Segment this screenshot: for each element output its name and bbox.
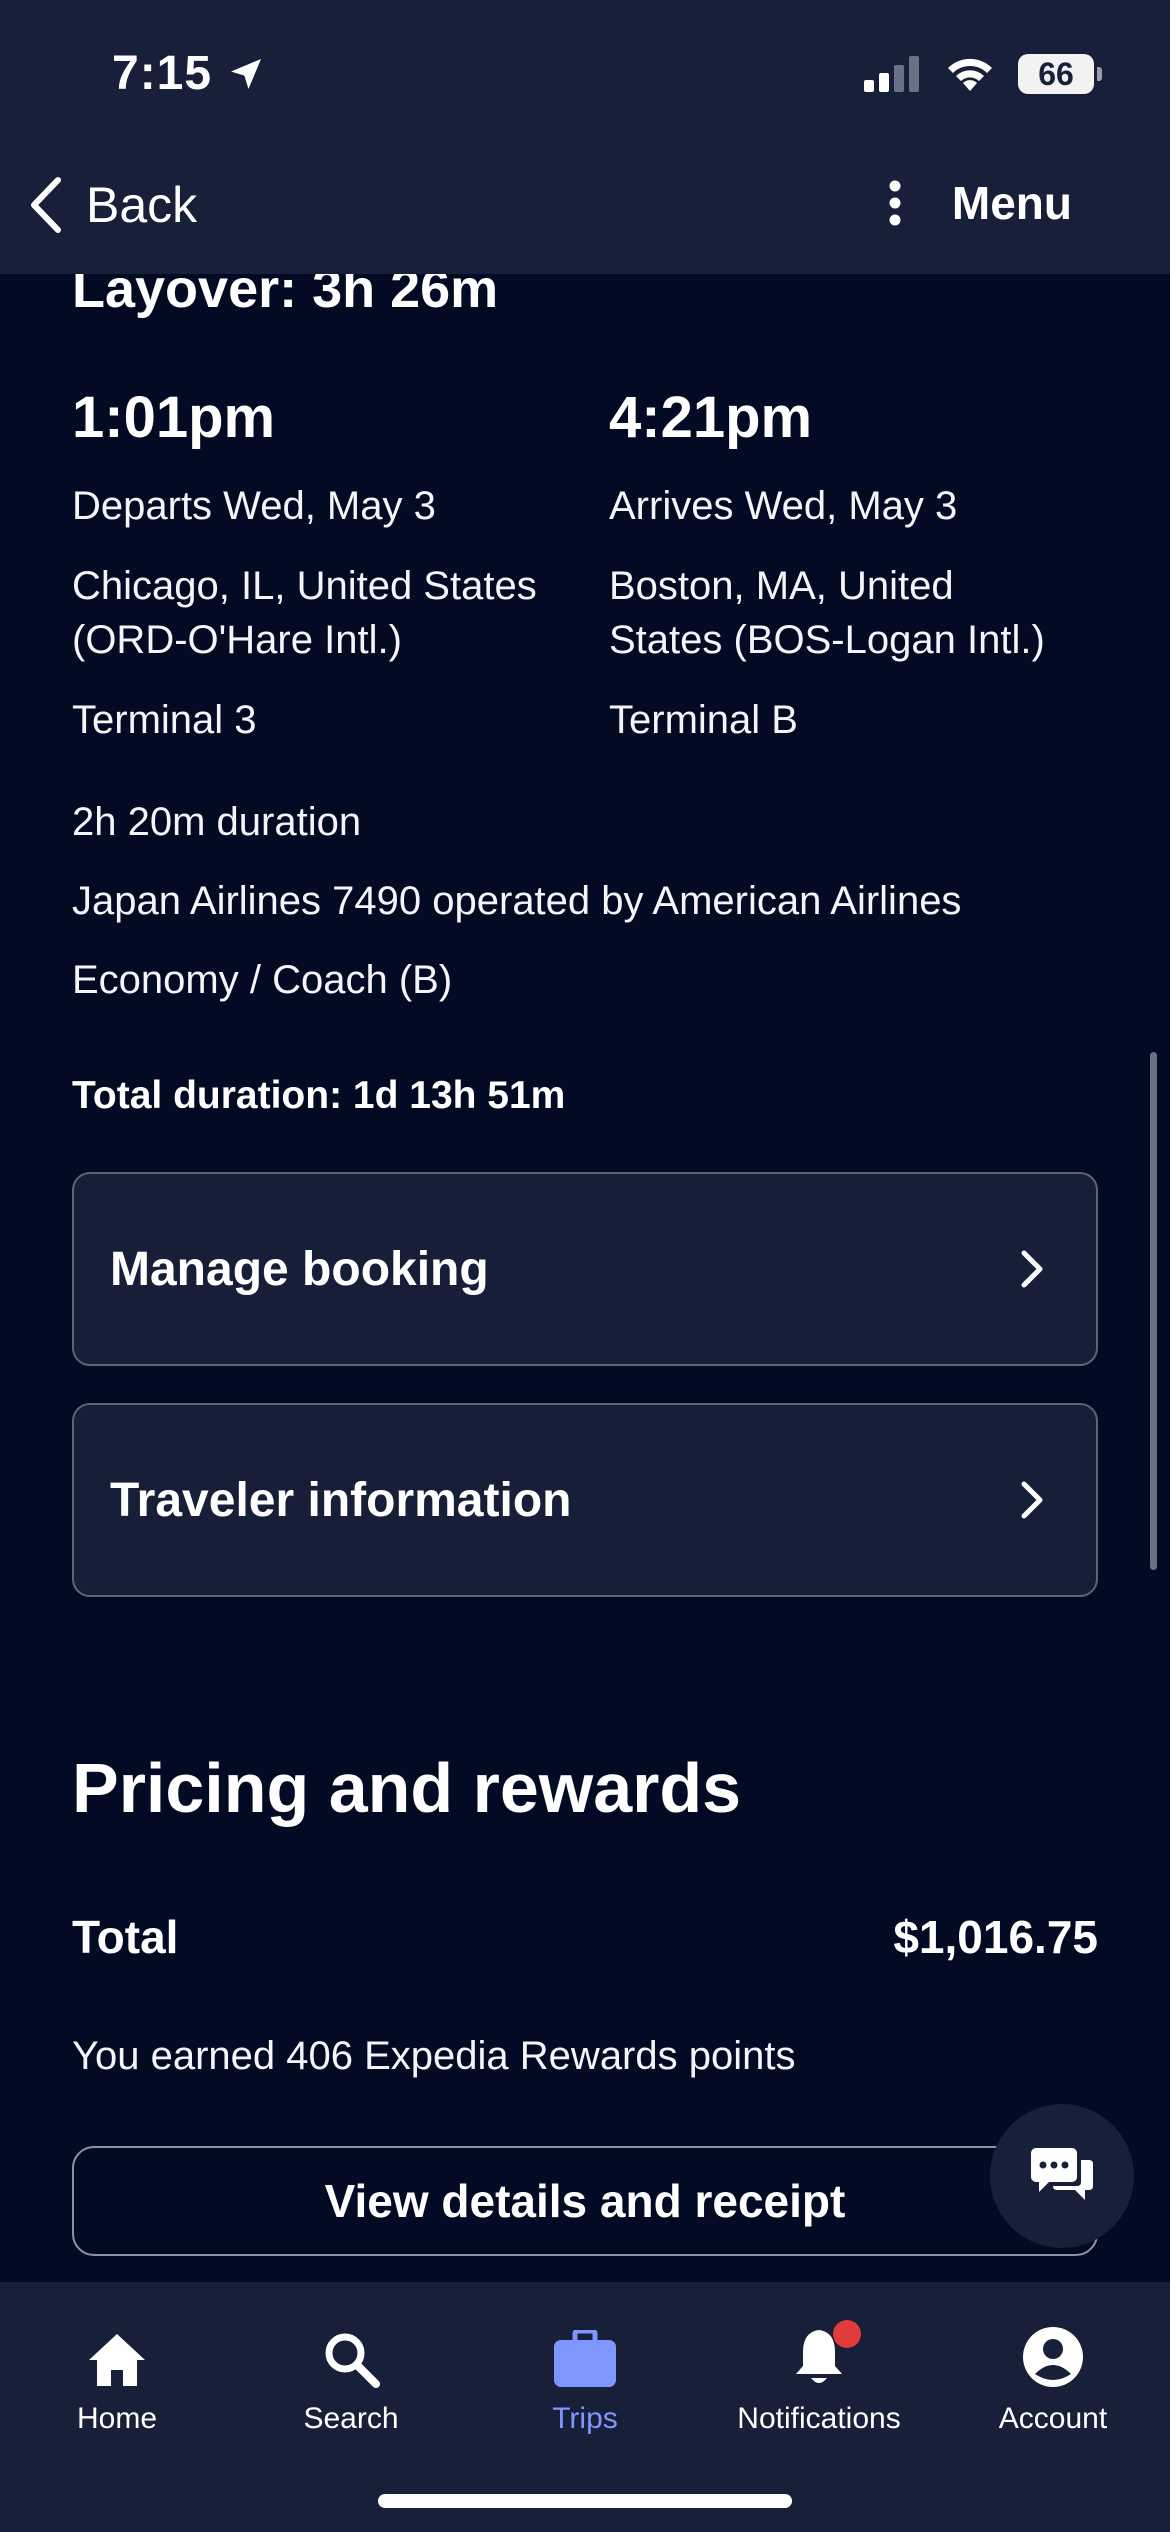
chevron-right-icon	[1021, 1250, 1043, 1288]
location-arrow-icon	[231, 58, 262, 89]
flight-carrier: Japan Airlines 7490 operated by American…	[72, 879, 962, 923]
tab-trips[interactable]: Trips	[468, 2310, 702, 2436]
departure-city-line1: Chicago, IL, United States	[72, 564, 537, 608]
wifi-icon	[948, 58, 992, 91]
home-indicator	[378, 2494, 792, 2508]
tab-search[interactable]: Search	[234, 2310, 468, 2436]
traveler-information-label: Traveler information	[110, 1473, 572, 1527]
cellular-signal-icon	[864, 56, 919, 92]
search-icon	[325, 2333, 380, 2388]
view-receipt-label: View details and receipt	[324, 2175, 846, 2227]
departure-details: 1:01pm Departs Wed, May 3 Chicago, IL, U…	[72, 384, 572, 747]
briefcase-icon	[554, 2330, 616, 2387]
pricing-section-title: Pricing and rewards	[72, 1749, 742, 1827]
total-duration: Total duration: 1d 13h 51m	[72, 1074, 566, 1117]
status-time: 7:15	[112, 46, 266, 101]
departure-date: Departs Wed, May 3	[72, 484, 436, 528]
rewards-text: You earned 406 Expedia Rewards points	[72, 2034, 796, 2078]
chat-button[interactable]	[990, 2104, 1134, 2248]
more-vertical-icon	[889, 180, 901, 226]
departure-terminal: Terminal 3	[72, 698, 257, 742]
arrival-city-line2: States (BOS-Logan Intl.)	[609, 618, 1045, 662]
cabin-class: Economy / Coach (B)	[72, 958, 453, 1002]
manage-booking-button[interactable]: Manage booking	[72, 1172, 1098, 1366]
menu-button[interactable]: Menu	[888, 176, 1072, 230]
tab-notifications-label: Notifications	[737, 2402, 901, 2435]
tab-home-label: Home	[76, 2402, 158, 2435]
total-label: Total	[72, 1911, 179, 1963]
flight-duration: 2h 20m duration	[72, 800, 362, 844]
tab-home[interactable]: Home	[0, 2310, 234, 2436]
departure-time: 1:01pm	[72, 385, 276, 450]
traveler-information-button[interactable]: Traveler information	[72, 1403, 1098, 1597]
back-button[interactable]: Back	[28, 176, 197, 234]
back-label: Back	[86, 177, 198, 233]
menu-label: Menu	[951, 177, 1072, 229]
view-receipt-button[interactable]: View details and receipt	[72, 2146, 1098, 2256]
arrival-time: 4:21pm	[609, 385, 813, 450]
chevron-right-icon	[1021, 1481, 1043, 1519]
departure-city-line2: (ORD-O'Hare Intl.)	[72, 618, 402, 662]
arrival-details: 4:21pm Arrives Wed, May 3 Boston, MA, Un…	[609, 384, 1109, 747]
status-icons: 66	[864, 54, 1102, 94]
total-row: Total $1,016.75	[72, 1910, 1098, 1964]
battery-indicator: 66	[1018, 54, 1102, 94]
tab-account-label: Account	[998, 2402, 1108, 2435]
chat-icon	[1031, 2148, 1093, 2200]
top-bar: 7:15 66 Back Menu	[0, 0, 1170, 274]
notification-badge	[833, 2320, 861, 2348]
tab-account[interactable]: Account	[936, 2310, 1170, 2436]
total-value: $1,016.75	[893, 1911, 1098, 1963]
arrival-terminal: Terminal B	[609, 698, 798, 742]
tab-notifications[interactable]: Notifications	[702, 2310, 936, 2436]
arrival-city-line1: Boston, MA, United	[609, 564, 954, 608]
manage-booking-label: Manage booking	[110, 1242, 489, 1296]
chevron-left-icon	[31, 177, 61, 233]
scrollbar[interactable]	[1150, 1052, 1157, 1570]
home-icon	[89, 2334, 145, 2386]
tab-search-label: Search	[303, 2402, 399, 2435]
arrival-date: Arrives Wed, May 3	[609, 484, 958, 528]
account-icon	[1023, 2327, 1083, 2387]
tab-trips-label: Trips	[552, 2402, 618, 2435]
